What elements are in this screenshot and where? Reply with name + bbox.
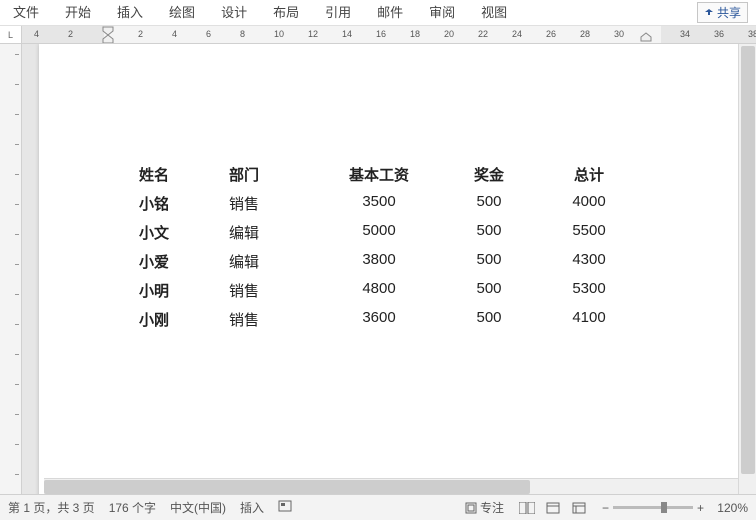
menu-file[interactable]: 文件 [0, 0, 52, 26]
cell-bonus: 500 [439, 309, 539, 330]
cell-base: 5000 [319, 222, 439, 243]
ruler-num: 10 [274, 29, 284, 39]
menu-review[interactable]: 审阅 [416, 0, 468, 26]
focus-label: 专注 [480, 501, 504, 515]
cell-bonus: 500 [439, 193, 539, 214]
ruler-num: 20 [444, 29, 454, 39]
ruler-num: 26 [546, 29, 556, 39]
horizontal-ruler[interactable]: L · · · · · · · · · · · · · · · · · · · … [0, 26, 756, 44]
share-label: 共享 [717, 6, 741, 20]
ruler-num: 12 [308, 29, 318, 39]
document-page: 姓名 部门 基本工资 奖金 总计 小铭 销售 3500 500 4000 小文 … [39, 44, 739, 494]
ruler-num: 14 [342, 29, 352, 39]
col-header-base: 基本工资 [319, 164, 439, 185]
vertical-ruler[interactable] [0, 44, 22, 494]
menu-mailings[interactable]: 邮件 [364, 0, 416, 26]
web-layout-icon[interactable] [570, 501, 588, 515]
zoom-in-button[interactable]: + [697, 501, 704, 515]
cell-dept: 编辑 [229, 222, 319, 243]
zoom-control: − + 120% [602, 501, 748, 515]
ruler-num: 22 [478, 29, 488, 39]
status-page[interactable]: 第 1 页，共 3 页 [8, 499, 95, 516]
read-mode-icon[interactable] [518, 501, 536, 515]
cell-dept: 销售 [229, 193, 319, 214]
zoom-percent[interactable]: 120% [708, 501, 748, 515]
zoom-out-button[interactable]: − [602, 501, 609, 515]
cell-name: 小刚 [139, 309, 229, 330]
cell-bonus: 500 [439, 222, 539, 243]
cell-name: 小爱 [139, 251, 229, 272]
status-macro-icon[interactable] [278, 500, 292, 515]
scrollbar-thumb[interactable] [741, 46, 755, 474]
cell-dept: 编辑 [229, 251, 319, 272]
cell-name: 小文 [139, 222, 229, 243]
indent-marker-right[interactable] [640, 28, 652, 44]
salary-table: 姓名 部门 基本工资 奖金 总计 小铭 销售 3500 500 4000 小文 … [139, 164, 639, 330]
cell-name: 小明 [139, 280, 229, 301]
vertical-scrollbar[interactable] [738, 44, 756, 494]
ruler-num: 8 [240, 29, 245, 39]
menu-design[interactable]: 设计 [208, 0, 260, 26]
col-header-bonus: 奖金 [439, 164, 539, 185]
cell-bonus: 500 [439, 251, 539, 272]
ruler-num: 30 [614, 29, 624, 39]
ruler-num: 2 [138, 29, 143, 39]
menu-insert[interactable]: 插入 [104, 0, 156, 26]
menu-layout[interactable]: 布局 [260, 0, 312, 26]
cell-name: 小铭 [139, 193, 229, 214]
ruler-num: 6 [206, 29, 211, 39]
ruler-num: 16 [376, 29, 386, 39]
ruler-num: 36 [714, 29, 724, 39]
page-scroll-area[interactable]: 姓名 部门 基本工资 奖金 总计 小铭 销售 3500 500 4000 小文 … [22, 44, 756, 494]
ruler-num: 28 [580, 29, 590, 39]
cell-base: 4800 [319, 280, 439, 301]
status-language[interactable]: 中文(中国) [170, 499, 226, 516]
focus-mode-button[interactable]: 专注 [465, 499, 504, 516]
cell-bonus: 500 [439, 280, 539, 301]
cell-total: 5300 [539, 280, 639, 301]
col-header-name: 姓名 [139, 164, 229, 185]
zoom-slider-knob[interactable] [661, 502, 667, 513]
view-buttons [518, 501, 588, 515]
cell-dept: 销售 [229, 309, 319, 330]
ruler-num: 18 [410, 29, 420, 39]
cell-total: 4100 [539, 309, 639, 330]
cell-dept: 销售 [229, 280, 319, 301]
menu-view[interactable]: 视图 [468, 0, 520, 26]
horizontal-scrollbar[interactable]: ▶ [44, 478, 738, 494]
print-layout-icon[interactable] [544, 501, 562, 515]
ruler-corner: L [0, 26, 22, 44]
share-button[interactable]: 共享 [697, 2, 748, 23]
cell-total: 4000 [539, 193, 639, 214]
menu-references[interactable]: 引用 [312, 0, 364, 26]
status-insert-mode[interactable]: 插入 [240, 499, 264, 516]
cell-total: 4300 [539, 251, 639, 272]
menu-home[interactable]: 开始 [52, 0, 104, 26]
zoom-slider[interactable] [613, 506, 693, 509]
scrollbar-thumb[interactable] [44, 480, 530, 494]
ruler-num: 34 [680, 29, 690, 39]
cell-base: 3500 [319, 193, 439, 214]
status-word-count[interactable]: 176 个字 [109, 499, 156, 516]
indent-marker-left[interactable] [102, 26, 114, 44]
cell-base: 3600 [319, 309, 439, 330]
ruler-num: 4 [172, 29, 177, 39]
ruler-num: 2 [68, 29, 73, 39]
status-bar: 第 1 页，共 3 页 176 个字 中文(中国) 插入 专注 − + 120% [0, 494, 756, 520]
col-header-dept: 部门 [229, 164, 319, 185]
col-header-total: 总计 [539, 164, 639, 185]
work-area: 姓名 部门 基本工资 奖金 总计 小铭 销售 3500 500 4000 小文 … [0, 44, 756, 494]
cell-total: 5500 [539, 222, 639, 243]
menu-draw[interactable]: 绘图 [156, 0, 208, 26]
menu-bar: 文件 开始 插入 绘图 设计 布局 引用 邮件 审阅 视图 共享 [0, 0, 756, 26]
ruler-num: 4 [34, 29, 39, 39]
cell-base: 3800 [319, 251, 439, 272]
ruler-num: 24 [512, 29, 522, 39]
ruler-num: 38 [748, 29, 756, 39]
